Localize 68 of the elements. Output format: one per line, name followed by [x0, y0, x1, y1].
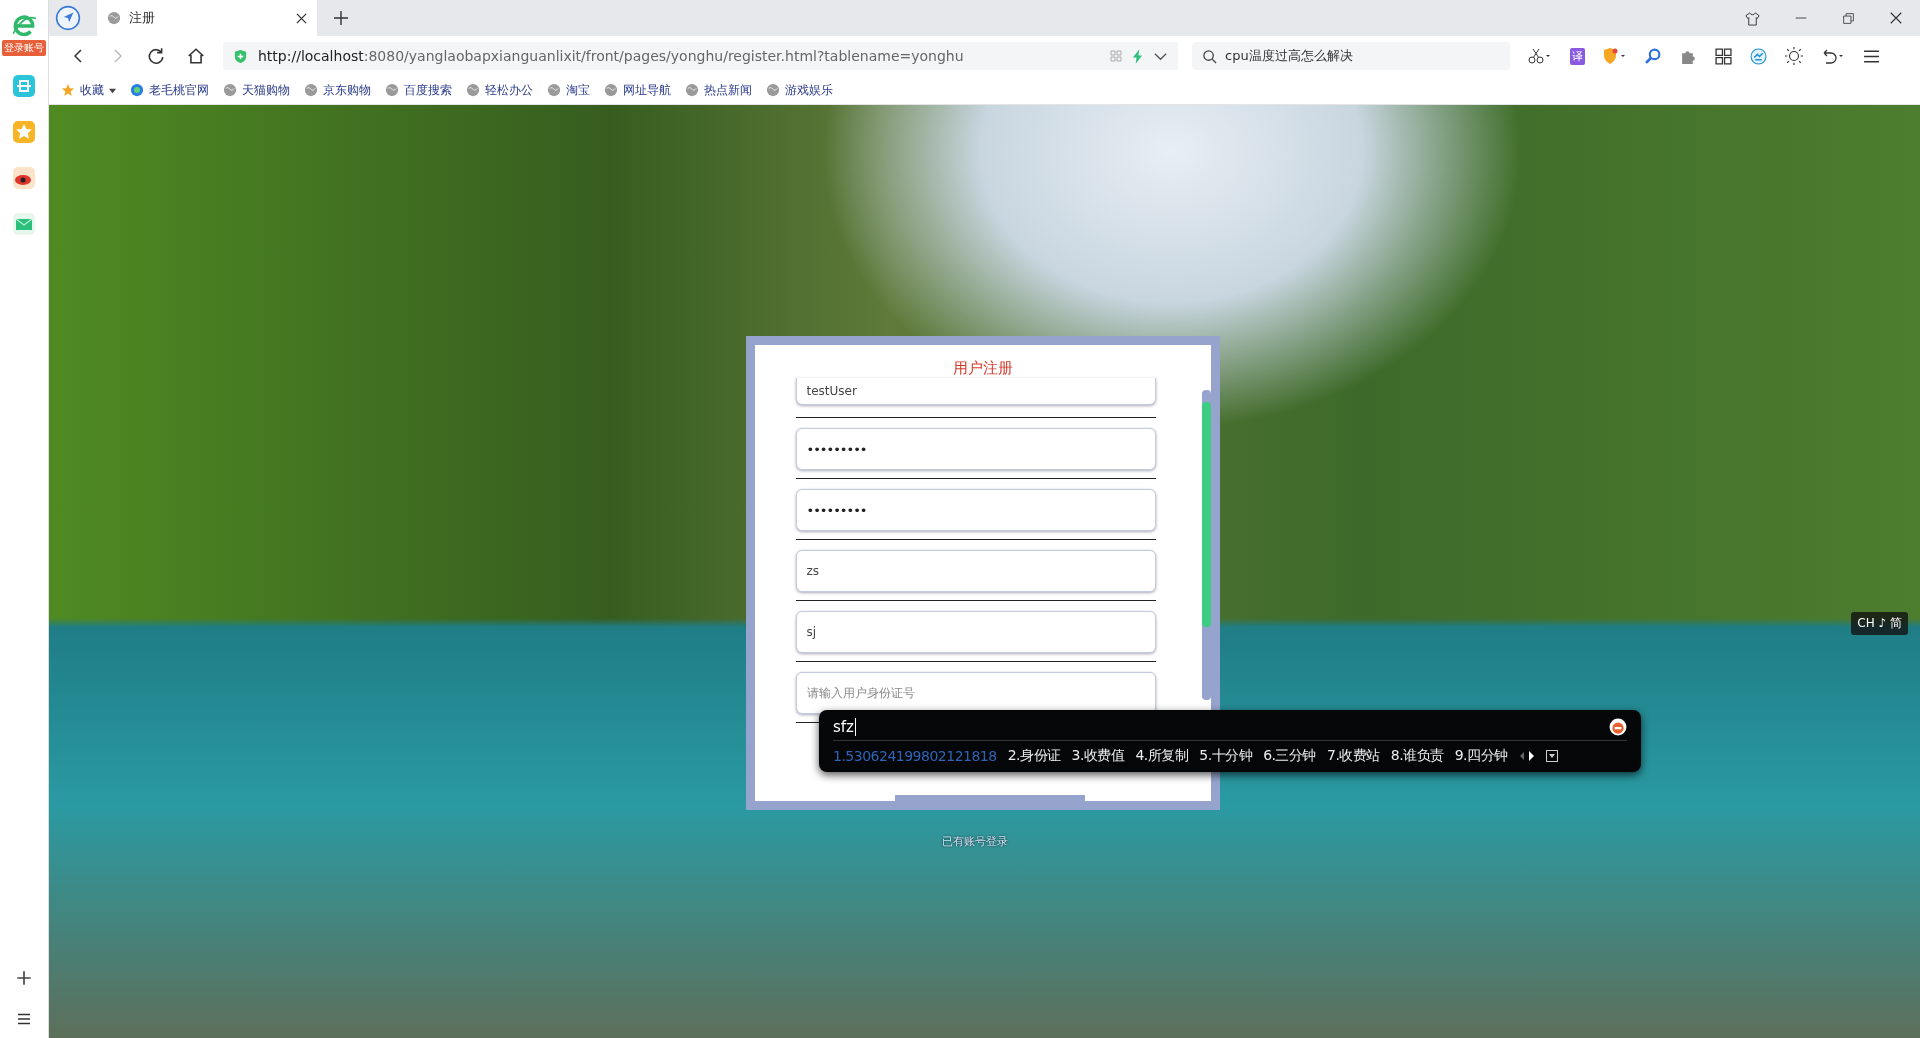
globe-icon [107, 11, 121, 25]
reload-icon[interactable] [147, 47, 165, 65]
input-field[interactable]: ••••••••• [795, 428, 1156, 470]
input-field[interactable]: sj [795, 611, 1156, 653]
input-field[interactable]: 请输入用户身份证号 [795, 672, 1156, 714]
globe-icon [466, 83, 480, 97]
bookmark-folder[interactable]: 收藏 [61, 81, 116, 99]
input-field[interactable]: ••••••••• [795, 489, 1156, 531]
ime-candidate[interactable]: 2.身份证 [1007, 747, 1061, 765]
shield-badge-icon[interactable] [1603, 48, 1627, 64]
globe-icon [547, 83, 561, 97]
shield-icon [233, 48, 248, 64]
scrollbar[interactable] [1201, 390, 1211, 700]
bookmark-link[interactable]: 百度搜索 [385, 81, 452, 99]
magnifier-icon[interactable] [1645, 47, 1662, 65]
url-text: http://localhost:8080/yanglaobapxianguanlixit/front/pages/yonghu/register.html?tablename=yonghu [258, 48, 964, 64]
bookmark-link[interactable]: 京东购物 [304, 81, 371, 99]
browser-logo-icon[interactable] [11, 12, 37, 38]
new-tab-icon[interactable] [333, 10, 349, 26]
page-arrows-icon[interactable] [1518, 750, 1535, 762]
eye-icon[interactable] [12, 166, 36, 190]
ime-candidate[interactable]: 7.收费站 [1327, 747, 1380, 765]
input-field[interactable]: zs [795, 550, 1156, 592]
ime-mode-indicator[interactable]: CH ♪ 简 [1851, 612, 1908, 635]
browser-tab[interactable]: 注册 [97, 0, 317, 36]
grid-icon[interactable] [1715, 47, 1732, 65]
ime-candidate[interactable]: 9.四分钟 [1454, 747, 1508, 765]
undo-icon[interactable] [1821, 48, 1845, 64]
bookmark-link[interactable]: 老毛桃官网 [130, 81, 209, 99]
site-icon [130, 83, 144, 97]
globe-icon [385, 83, 399, 97]
dropdown-icon[interactable] [1545, 750, 1558, 762]
bookmark-link[interactable]: 游戏娱乐 [766, 81, 833, 99]
input-field[interactable]: testUser [795, 378, 1156, 405]
ime-candidate[interactable]: 1.530624199802121818 [833, 748, 997, 764]
scrollbar-thumb[interactable] [1201, 402, 1211, 627]
ime-candidate[interactable]: 5.十分钟 [1199, 747, 1253, 765]
caret-icon [109, 86, 116, 94]
ime-input-text: sfz [833, 718, 856, 736]
ime-candidate[interactable]: 4.所复制 [1135, 747, 1189, 765]
ime-candidate[interactable]: 3.收费值 [1071, 747, 1125, 765]
bookmark-link[interactable]: 网址导航 [604, 81, 671, 99]
home-icon[interactable] [187, 47, 205, 65]
bookmark-link[interactable]: 热点新闻 [685, 81, 752, 99]
globe-icon [766, 83, 780, 97]
form-title: 用户注册 [952, 359, 1013, 378]
shirt-icon[interactable] [1745, 10, 1760, 26]
bookmark-link[interactable]: 淘宝 [547, 81, 590, 99]
close-icon[interactable] [1889, 11, 1903, 25]
search-field[interactable]: cpu温度过高怎么解决 [1192, 42, 1510, 70]
globe-icon [685, 83, 699, 97]
search-icon [1202, 48, 1217, 64]
bookmark-link[interactable]: 天猫购物 [223, 81, 290, 99]
globe-icon [304, 83, 318, 97]
add-icon[interactable] [14, 968, 34, 988]
ime-candidate[interactable]: 6.三分钟 [1263, 747, 1316, 765]
brightness-icon[interactable] [1785, 47, 1803, 65]
scissors-icon[interactable] [1528, 48, 1552, 64]
menu-icon[interactable] [1863, 47, 1880, 65]
restore-icon[interactable] [1842, 11, 1855, 25]
close-tab-icon[interactable] [296, 12, 307, 24]
star-icon [61, 83, 75, 97]
translate-button[interactable]: 译 [1570, 47, 1585, 65]
bookmark-link[interactable]: 轻松办公 [466, 81, 533, 99]
ime-candidate[interactable]: 8.谁负责 [1390, 747, 1444, 765]
address-bar[interactable]: http://localhost:8080/yanglaobapxianguanlixit/front/pages/yonghu/register.html?tablename=yonghu [223, 42, 1178, 70]
globe-icon [604, 83, 618, 97]
globe-icon [223, 83, 237, 97]
